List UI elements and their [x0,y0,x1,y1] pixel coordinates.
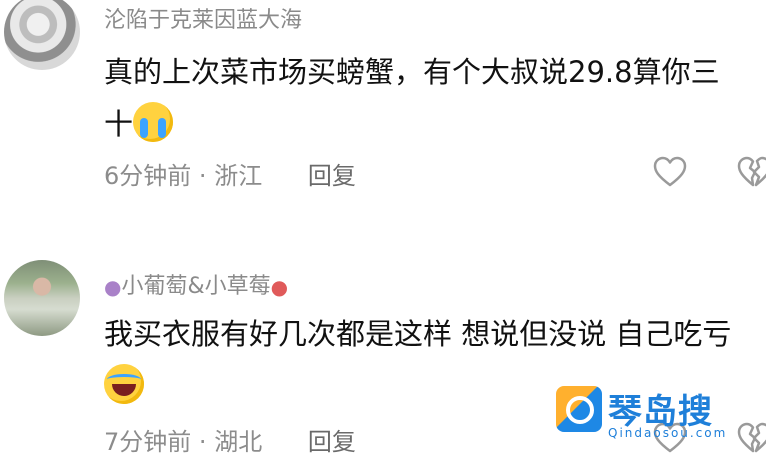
comment-time: 7分钟前 [104,428,192,456]
laughing-crying-face-icon [104,364,144,404]
meta-separator: · [198,162,207,190]
meta-separator: · [198,428,207,456]
watermark-domain: Qindaosou.com [608,426,728,440]
heart-outline-icon[interactable] [650,152,690,192]
grape-icon: ● [104,275,122,299]
strawberry-icon: ● [270,275,289,299]
avatar[interactable] [4,0,80,70]
username: 小葡萄&小草莓 [121,274,271,299]
username-row[interactable]: ●小葡萄&小草莓● [104,268,288,300]
comment-item: 沦陷于克莱因蓝大海 真的上次菜市场买螃蟹，有个大叔说29.8算你三十 6分钟前 … [0,0,766,215]
username[interactable]: 沦陷于克莱因蓝大海 [104,2,302,34]
comment-location: 浙江 [214,162,263,190]
comment-meta: 7分钟前 · 湖北 回复 [104,422,356,457]
crying-face-icon [133,102,174,142]
site-watermark: 琴岛搜 Qindaosou.com [556,384,756,444]
comment-time: 6分钟前 [104,162,192,190]
comment-location: 湖北 [214,428,263,456]
avatar[interactable] [4,260,80,336]
comment-meta: 6分钟前 · 浙江 回复 [104,156,356,191]
reply-button[interactable]: 回复 [308,428,356,456]
comment-text: 真的上次菜市场买螃蟹，有个大叔说29.8算你三十 [104,46,746,150]
comment-body: 真的上次菜市场买螃蟹，有个大叔说29.8算你三十 [104,55,720,141]
comment-body: 我买衣服有好几次都是这样 想说但没说 自己吃亏 [104,317,732,351]
broken-heart-icon[interactable] [734,152,766,192]
watermark-logo-icon [556,386,602,432]
reply-button[interactable]: 回复 [308,162,356,190]
